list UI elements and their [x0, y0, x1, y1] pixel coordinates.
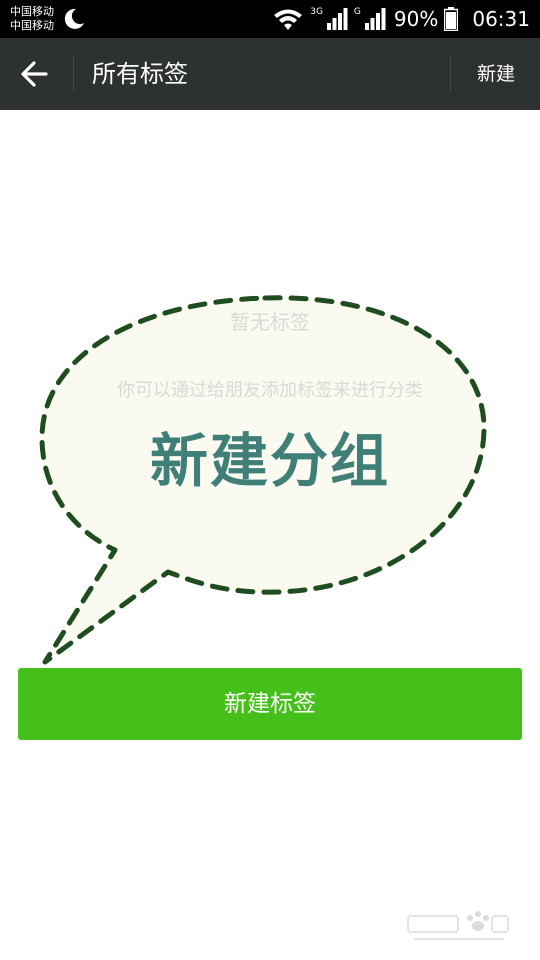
paw-icon: [407, 911, 509, 940]
carrier-1: 中国移动: [10, 5, 54, 18]
back-button[interactable]: [16, 56, 56, 92]
moon-icon: [64, 8, 84, 29]
page-title: 所有标签: [92, 60, 188, 88]
carrier-2: 中国移动: [10, 19, 54, 32]
battery-icon: [444, 7, 459, 31]
battery-percent: 90%: [393, 7, 439, 31]
status-time: 06:31: [472, 7, 530, 31]
signal-icon: [364, 8, 386, 30]
header-divider: [73, 56, 74, 92]
signal-icon: [326, 8, 348, 30]
network-type-1: 3G: [310, 7, 323, 17]
empty-state-hint: 你可以通过给朋友添加标签来进行分类: [117, 380, 423, 401]
arrow-left-icon: [21, 61, 48, 87]
empty-state-title: 暂无标签: [230, 310, 310, 334]
status-indicators: 3G G 90% 06:31: [272, 0, 530, 38]
wifi-icon: [274, 9, 303, 30]
watermark-logo: [400, 906, 510, 946]
carrier-labels: 中国移动 中国移动: [10, 5, 54, 33]
app-header: 所有标签 新建: [0, 38, 540, 110]
new-tag-button[interactable]: 新建标签: [18, 668, 522, 740]
new-tag-header-button[interactable]: 新建: [452, 38, 540, 110]
annotation-text: 新建分组: [149, 427, 390, 495]
header-divider-right: [450, 56, 451, 92]
network-type-2: G: [353, 7, 361, 17]
status-bar: 中国移动 中国移动 3G G 90% 06:31: [0, 0, 540, 38]
